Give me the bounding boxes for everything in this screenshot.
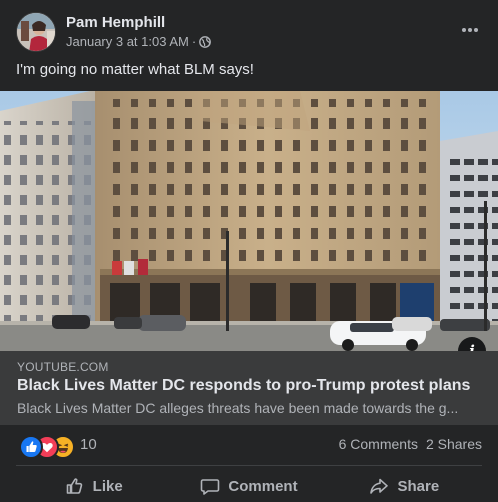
share-arrow-icon xyxy=(369,476,389,496)
post-timestamp[interactable]: January 3 at 1:03 AM xyxy=(66,34,189,49)
author-name[interactable]: Pam Hemphill xyxy=(66,14,165,31)
like-label: Like xyxy=(92,477,123,495)
divider xyxy=(16,465,482,466)
comment-share-counts: 6 Comments 2 Shares xyxy=(339,436,482,452)
avatar-photo xyxy=(17,13,55,51)
link-preview[interactable]: YOUTUBE.COM Black Lives Matter DC respon… xyxy=(0,351,498,425)
share-label: Share xyxy=(397,477,440,495)
reaction-count[interactable]: 10 xyxy=(80,436,97,453)
like-button[interactable]: Like xyxy=(16,470,171,502)
link-domain: YOUTUBE.COM xyxy=(17,360,109,374)
share-button[interactable]: Share xyxy=(327,470,482,502)
link-description: Black Lives Matter DC alleges threats ha… xyxy=(17,400,459,416)
comment-button[interactable]: Comment xyxy=(171,470,326,502)
facebook-post: Pam Hemphill January 3 at 1:03 AM · I'm … xyxy=(0,0,498,502)
comment-label: Comment xyxy=(228,477,298,495)
post-meta: January 3 at 1:03 AM · xyxy=(66,34,212,49)
engagement-bar: 10 6 Comments 2 Shares xyxy=(16,432,482,459)
building-street-photo xyxy=(0,91,498,351)
thumbs-up-icon xyxy=(65,476,85,496)
shares-count[interactable]: 2 Shares xyxy=(426,436,482,452)
meta-separator: · xyxy=(191,34,197,49)
like-reaction-icon xyxy=(19,435,43,459)
avatar[interactable] xyxy=(16,12,56,52)
comment-icon xyxy=(200,476,220,496)
link-title[interactable]: Black Lives Matter DC responds to pro-Tr… xyxy=(17,377,470,395)
action-bar: Like Comment Share xyxy=(16,470,482,502)
post-header: Pam Hemphill January 3 at 1:03 AM · xyxy=(16,12,482,54)
more-options-icon[interactable] xyxy=(458,20,482,40)
link-preview-image[interactable]: i xyxy=(0,91,498,351)
post-caption: I'm going no matter what BLM says! xyxy=(16,61,254,78)
comments-count[interactable]: 6 Comments xyxy=(339,436,418,452)
globe-icon[interactable] xyxy=(199,35,212,48)
